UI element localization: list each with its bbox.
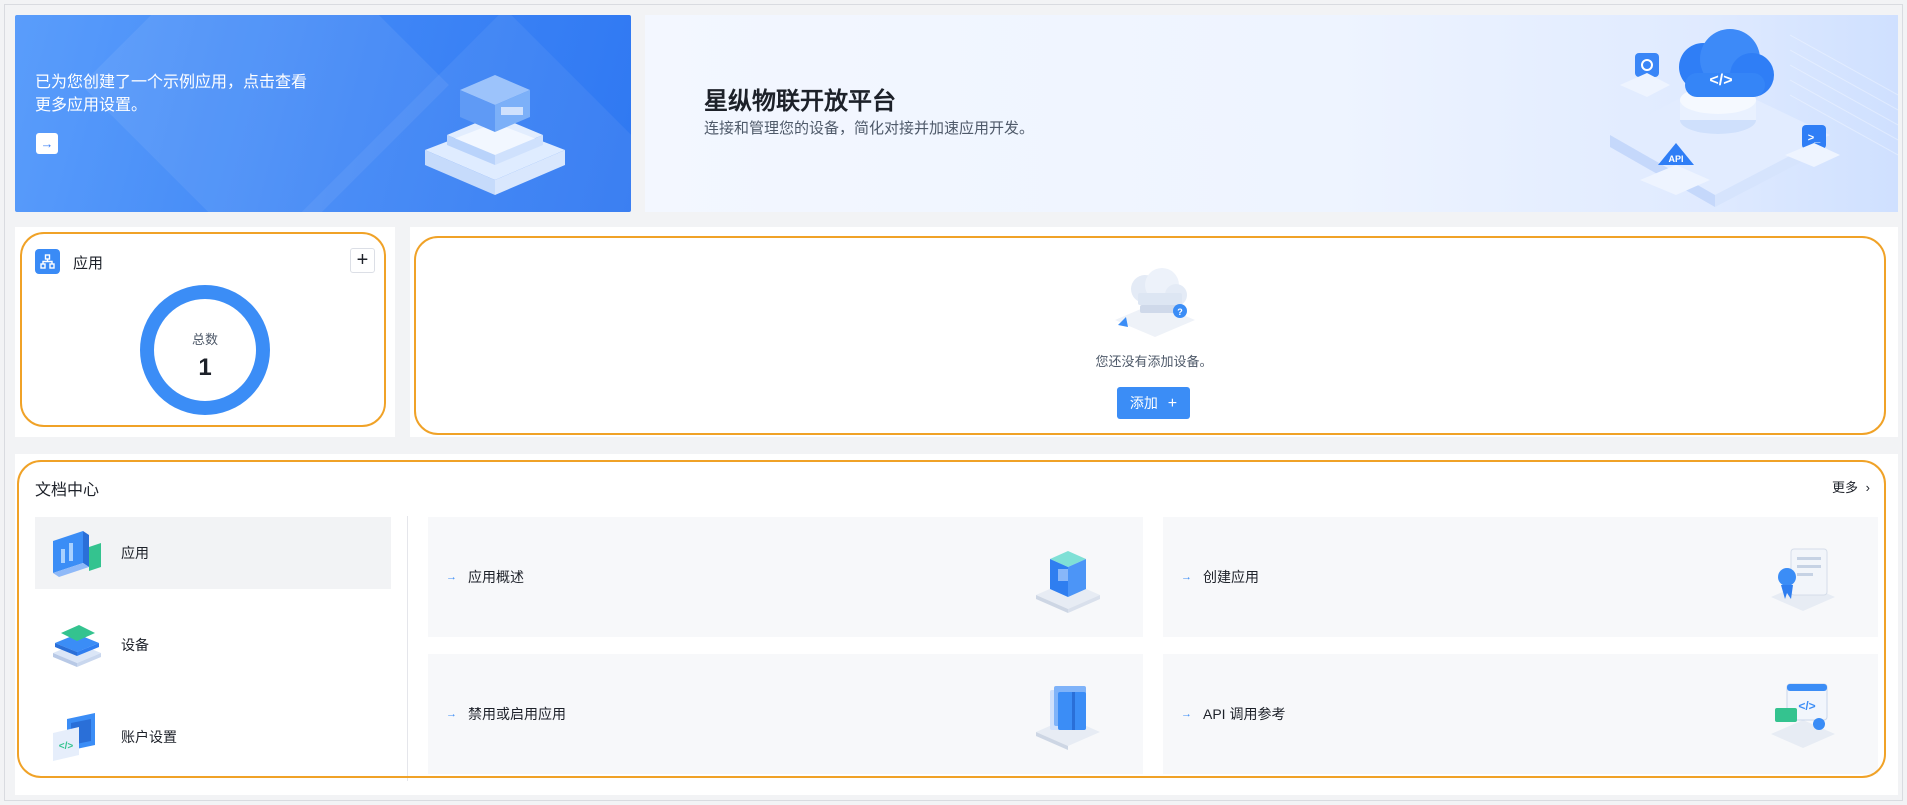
certificate-icon [1771,548,1835,611]
app-card-title: 应用 [73,255,104,272]
svg-text:>_: >_ [1808,132,1821,144]
doc-tile-api-reference[interactable]: → API 调用参考 </> [1163,654,1878,774]
sample-app-banner[interactable]: 已为您创建了一个示例应用，点击查看更多应用设置。 → [15,15,631,212]
docs-category-device[interactable]: 设备 [35,609,391,681]
folder-icon [1036,686,1100,750]
docs-divider [407,516,408,781]
cloud-platform-illustration: </> >_ API [1610,29,1898,207]
empty-device-illustration: ? [1115,268,1195,337]
docs-more-label: 更多 [1832,480,1859,495]
no-device-message: 您还没有添加设备。 [1095,354,1213,369]
doc-tile-label: 创建应用 [1203,569,1259,585]
platform-banner: 星纵物联开放平台 连接和管理您的设备，简化对接并加速应用开发。 </> >_ A… [645,15,1898,212]
app-monitor-icon [53,531,101,577]
svg-text:</>: </> [1798,699,1815,713]
doc-tile-label: 应用概述 [468,569,524,585]
platform-layers-illustration [425,75,565,195]
plus-icon: + [1167,395,1178,412]
docs-category-account[interactable]: </> 账户设置 [35,701,391,773]
code-window-icon: </> [1771,683,1835,748]
svg-text:</>: </> [1709,72,1732,89]
arrow-right-icon: → [446,571,457,583]
doc-tile-app-overview[interactable]: → 应用概述 [428,517,1143,637]
device-stack-icon [53,625,101,667]
platform-title: 星纵物联开放平台 [704,88,896,115]
chevron-right-icon: › [1865,480,1870,495]
docs-category-label: 账户设置 [121,729,177,745]
device-summary-card: ? 您还没有添加设备。 添加 + [410,227,1898,437]
docs-category-app[interactable]: 应用 [35,517,391,589]
arrow-right-icon: → [446,708,457,720]
svg-text:?: ? [1177,307,1183,317]
docs-category-label: 应用 [121,545,149,561]
doc-tile-label: API 调用参考 [1203,706,1286,722]
docs-more-link[interactable]: 更多 › [1832,477,1870,496]
arrow-right-icon: → [1181,708,1192,720]
account-code-icon: </> [53,713,95,761]
doc-tile-toggle-app[interactable]: → 禁用或启用应用 [428,654,1143,774]
add-device-button[interactable]: 添加 + [1117,387,1190,419]
doc-tile-create-app[interactable]: → 创建应用 [1163,517,1878,637]
docs-category-label: 设备 [121,637,149,653]
docs-center-card: 文档中心 更多 › 应用 设备 </> 账户设置 → 应用概述 → 创建应用 →… [15,454,1898,795]
sample-app-message: 已为您创建了一个示例应用，点击查看更多应用设置。 [35,74,308,114]
cube-icon [1036,551,1100,613]
app-hierarchy-icon [35,249,60,274]
add-device-label: 添加 [1129,395,1158,411]
add-app-button[interactable]: + [350,248,375,273]
app-total-ring: 总数 1 [140,285,270,415]
doc-tile-label: 禁用或启用应用 [468,706,566,722]
api-badge: API [1668,154,1683,164]
svg-text:</>: </> [59,741,74,752]
docs-center-title: 文档中心 [35,482,100,499]
app-total-value: 1 [198,354,212,381]
arrow-right-icon: → [1181,571,1192,583]
app-total-label: 总数 [191,332,218,347]
sample-app-arrow-button[interactable]: → [36,133,58,154]
app-summary-card: 应用 + 总数 1 [15,227,395,437]
platform-subtitle: 连接和管理您的设备，简化对接并加速应用开发。 [704,120,1035,137]
